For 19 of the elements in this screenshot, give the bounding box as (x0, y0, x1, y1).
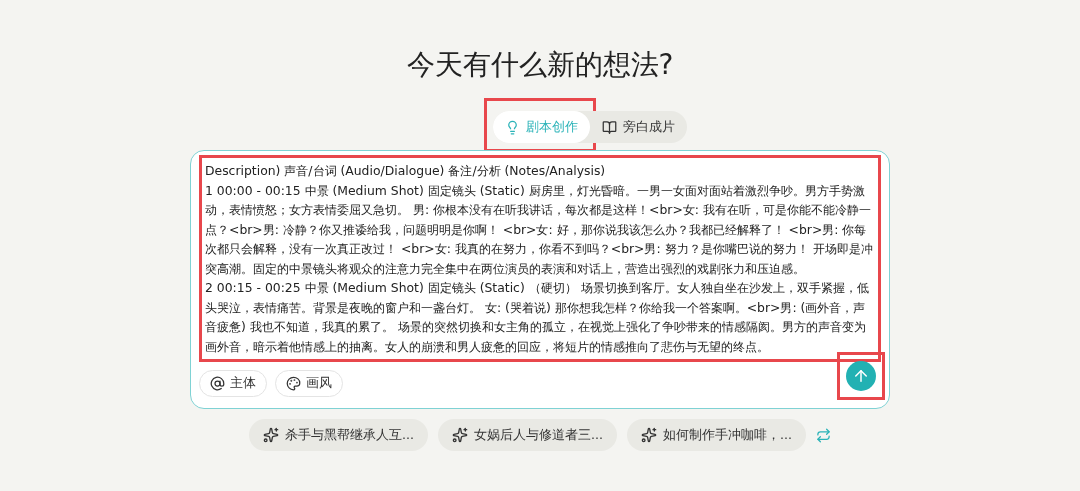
suggestion-chip[interactable]: 女娲后人与修道者三... (438, 419, 617, 451)
suggestion-chip[interactable]: 杀手与黑帮继承人互... (249, 419, 429, 451)
mode-tab[interactable]: 旁白成片 (590, 111, 687, 143)
page-title: 今天有什么新的想法? (406, 47, 674, 83)
prompt-text[interactable]: Description) 声音/台词 (Audio/Dialogue) 备注/分析 (Notes/Analysis) (205, 161, 875, 181)
option-chip[interactable]: 主体 (199, 369, 267, 397)
suggestion-chip[interactable]: 如何制作手冲咖啡，... (626, 419, 806, 451)
sparkle-icon (452, 427, 469, 443)
send-button[interactable] (846, 361, 876, 391)
sparkle-icon (263, 427, 280, 443)
palette-icon (286, 375, 301, 391)
sparkle-icon (640, 427, 657, 443)
prompt-text[interactable]: 2 00:15 - 00:25 中景 (Medium Shot) 固定镜头 (Static) （硬切） 场景切换到客厅。女人独自坐在沙发上，双手紧握，低头哭泣，表情痛苦。背景是夜晚的窗户和一盏台灯。 女: (哭着说) 那你想我怎样？你给我一个答案啊。<br>男: (画外音，声音疲惫) 我也不知道，我真的累了。 场景的突然切换和女主角的孤立，在视觉上强化了争吵带来的情感隔阂。男方的声音变为画外音，暗示着他情感上的抽离。女人的崩溃和男人疲惫的回应，将短片的情感推向了悲伤与无望的终点。 (205, 278, 875, 356)
option-chip[interactable]: 画风 (275, 369, 343, 397)
at-sign-icon (210, 375, 225, 391)
prompt-text[interactable]: 1 00:00 - 00:15 中景 (Medium Shot) 固定镜头 (Static) 厨房里，灯光昏暗。一男一女面对面站着激烈争吵。男方手势激动，表情愤怒；女方表情委屈又急切。 男: 你根本没有在听我讲话，每次都是这样！<br>女: 我有在听，可是你能不能冷静一点？<br>男: 冷静？你又推诿给我，问题明明是你啊！ <br>女: 好，那你说我该怎么办？我都已经解释了！ <br>男: 你每次都只会解释，没有一次真正改过！ <br>女: 我真的在努力，你看不到吗？<br>男: 努力？是你嘴巴说的努力！ 开场即是冲突高潮。固定的中景镜头将观众的注意力完全集中在两位演员的表演和对话上，营造出强烈的戏剧张力和压迫感。 (205, 180, 875, 278)
refresh-icon[interactable] (815, 427, 831, 443)
book-icon (602, 119, 617, 135)
lightbulb-icon (505, 119, 520, 135)
